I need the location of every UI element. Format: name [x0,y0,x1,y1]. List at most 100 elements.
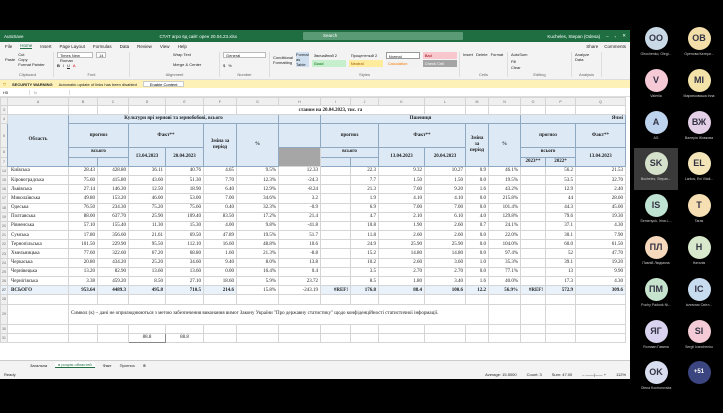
cell[interactable]: 53.5 [545,174,576,186]
cell[interactable]: 109.40 [165,211,204,222]
cell[interactable]: 1.50 [378,174,425,186]
cell[interactable]: 6.9 [350,202,379,213]
font-size-select[interactable]: 14 [96,52,107,58]
cell[interactable] [350,156,379,167]
cell[interactable]: Хмельницька [7,248,69,259]
cell[interactable]: 7.00 [378,202,425,213]
sheet-tab[interactable]: Прогноз [120,363,135,368]
cell[interactable]: 7.90 [575,230,626,241]
cell[interactable] [320,193,351,204]
column-header-G[interactable]: G [236,97,279,106]
tab-file[interactable]: File [5,44,12,49]
cell[interactable] [320,323,351,334]
cell[interactable]: 48.8% [236,239,279,250]
delete-cells-button[interactable]: Delete [476,52,488,57]
cell[interactable]: Культури ярі зернові та зернобобові, всь… [68,114,279,125]
row-header[interactable]: 20 [0,220,8,232]
fill-button[interactable]: Fill [511,59,568,64]
cell[interactable] [236,332,279,343]
cell[interactable]: 0.0 [465,202,489,213]
row-header[interactable]: 5 [0,123,8,149]
cell[interactable]: 1.0 [465,257,489,268]
cell[interactable] [278,294,321,305]
cell[interactable]: 37.1 [545,220,576,232]
cell[interactable]: 13.04.2023 [128,147,166,167]
column-header-O[interactable]: O [520,97,546,106]
cell[interactable]: 8.0% [236,257,279,268]
cell[interactable]: 9.32 [378,165,425,176]
cell[interactable]: 0.7 [465,220,489,232]
cell[interactable]: 6.10 [424,211,466,222]
cell[interactable]: 3.5 [350,266,379,278]
cell[interactable] [278,147,321,167]
cell[interactable]: 322.60 [97,248,129,259]
cell[interactable]: 52 [545,248,576,259]
cell[interactable] [488,104,521,116]
merge-center-button[interactable]: Merge & Center [173,62,216,67]
cell[interactable]: 21.3% [236,248,279,259]
cell[interactable] [320,332,351,343]
cell[interactable] [68,104,98,116]
cell[interactable] [520,202,546,213]
cell[interactable]: 8.5 [350,275,379,287]
cell[interactable] [575,303,626,325]
cell[interactable] [520,165,546,176]
cell[interactable]: 0.00 [203,266,237,278]
row-header[interactable]: 28 [0,294,8,305]
cell[interactable]: 13.04.2023 [575,147,626,167]
cell[interactable] [520,104,546,116]
cell[interactable]: всього [320,147,379,158]
cell[interactable]: Чернівецька [7,266,69,278]
style-normal[interactable]: Normal [385,52,420,59]
autosave-toggle[interactable]: AutoSave [4,34,24,39]
cell[interactable]: 18.60 [203,275,237,287]
font-color-icon[interactable]: A [73,63,76,68]
cell[interactable] [465,323,489,334]
cell[interactable]: 56.2 [545,165,576,176]
cell[interactable]: 2.60 [378,257,425,268]
participant-tile[interactable]: SI Sergii Ivanchenko [677,316,721,358]
row-header[interactable]: 14 [0,165,8,176]
cell[interactable] [350,323,379,334]
wrap-text-button[interactable]: Wrap Text [173,52,216,57]
cell[interactable] [320,275,351,287]
cell[interactable]: 43.60 [128,174,166,186]
cell[interactable] [97,294,129,305]
cell[interactable] [97,104,129,116]
cell[interactable] [378,332,425,343]
cell[interactable]: 4.7 [350,211,379,222]
cell[interactable]: 60.0 [545,239,576,250]
cell[interactable]: Ячмі [520,114,626,125]
column-header-D[interactable]: D [128,97,166,106]
maximize-icon[interactable]: ▫ [615,34,617,39]
cell[interactable]: 28.43 [68,165,98,176]
enable-content-button[interactable]: Enable Content [142,81,185,87]
cell[interactable]: 953.64 [68,285,98,296]
cell[interactable] [97,332,129,343]
cell[interactable]: 428.80 [97,165,129,176]
cell[interactable] [203,104,237,116]
cell[interactable] [520,184,546,195]
row-header[interactable]: 3 [0,104,8,116]
cell[interactable] [320,156,351,167]
cell[interactable] [350,332,379,343]
cell[interactable]: 0.4 [278,266,321,278]
participant-tile[interactable]: EL Larkov, Evi Vitali... [677,148,721,190]
cell[interactable]: 11.30 [128,220,166,232]
row-header[interactable]: 21 [0,230,8,241]
participant-tile[interactable]: IS Semenyuk, Irina L... [634,190,678,232]
cell[interactable]: 5.9% [236,275,279,287]
bold-button[interactable]: B [57,63,60,68]
cell[interactable]: 19.5% [236,230,279,241]
cell[interactable]: 12.3% [236,174,279,186]
row-header[interactable]: 25 [0,266,8,278]
analyze-data-button[interactable]: Analyze Data [575,52,598,62]
column-header-E[interactable]: E [165,97,204,106]
cell[interactable]: 4.00 [203,220,237,232]
cell[interactable]: 19.20 [575,257,626,268]
cell[interactable] [97,156,129,167]
style-check-cell[interactable]: Check Cell [422,60,457,67]
cell[interactable]: 9.40 [203,257,237,268]
cell[interactable] [320,165,351,176]
cell[interactable] [278,323,321,334]
